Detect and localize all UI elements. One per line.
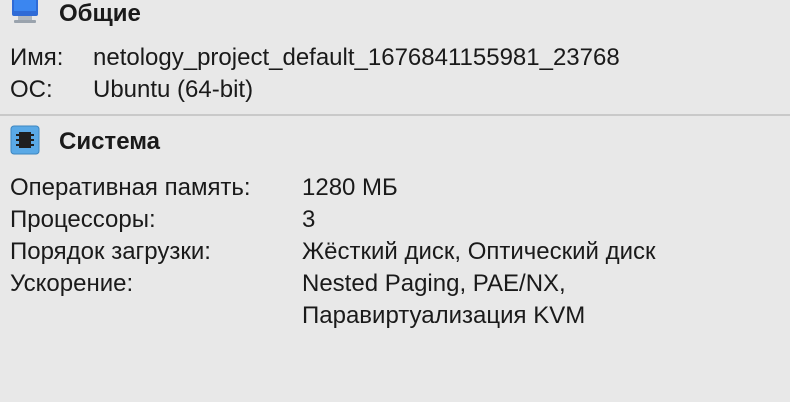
os-value: Ubuntu (64-bit) bbox=[93, 76, 254, 103]
cpu-label: Процессоры: bbox=[10, 206, 156, 233]
monitor-icon bbox=[12, 0, 38, 23]
acceleration-label: Ускорение: bbox=[10, 270, 134, 297]
os-label: ОС: bbox=[10, 76, 53, 103]
name-value: netology_project_default_1676841155981_2… bbox=[93, 44, 620, 71]
system-title: Система bbox=[59, 128, 161, 155]
general-header: Общие bbox=[0, 0, 790, 32]
ram-value: 1280 МБ bbox=[302, 174, 398, 201]
ram-label: Оперативная память: bbox=[10, 174, 251, 201]
name-label: Имя: bbox=[10, 44, 64, 71]
general-title: Общие bbox=[59, 0, 141, 27]
acceleration-value: Nested Paging, PAE/NX, bbox=[302, 270, 566, 297]
cpu-value: 3 bbox=[302, 206, 316, 233]
boot-order-label: Порядок загрузки: bbox=[10, 238, 211, 265]
acceleration-cont-value: Паравиртуализация KVM bbox=[302, 302, 586, 329]
section-divider bbox=[0, 114, 790, 116]
chip-icon bbox=[10, 125, 40, 155]
system-header: Система bbox=[0, 120, 790, 160]
boot-order-value: Жёсткий диск, Оптический диск bbox=[302, 238, 656, 265]
